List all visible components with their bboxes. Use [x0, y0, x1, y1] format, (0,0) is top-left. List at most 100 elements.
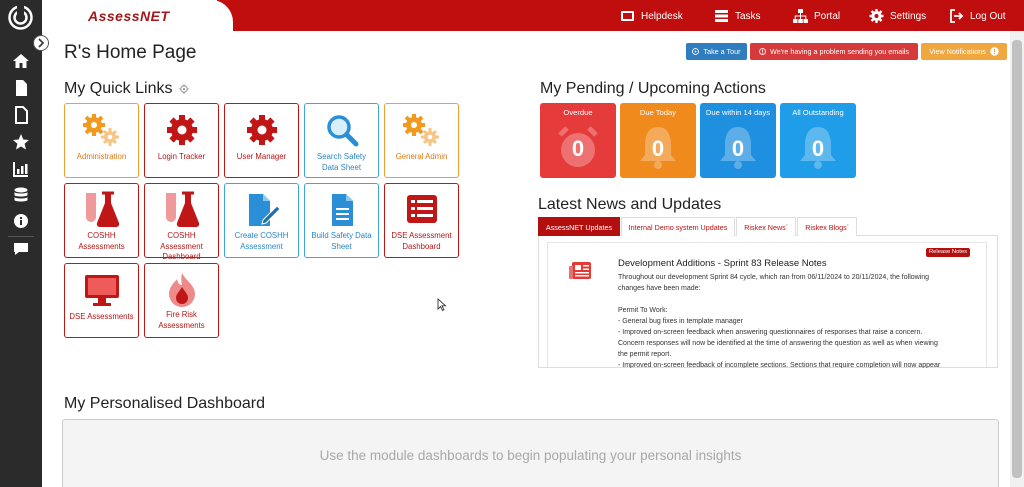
document-icon[interactable] — [12, 79, 30, 97]
quick-link-label: Create COSHH Assessment — [234, 231, 289, 251]
flask-icon — [85, 191, 119, 228]
news-body-line: Throughout our development Sprint 84 cyc… — [618, 274, 930, 281]
tour-icon — [692, 48, 700, 55]
page-scrollbar[interactable] — [1010, 31, 1024, 487]
quick-link-label: COSHH Assessment Dashboard — [160, 231, 203, 262]
nav-logout[interactable]: Log Out — [949, 8, 1006, 24]
tile-label: Overdue — [563, 108, 593, 117]
tile-due-within-14-days[interactable]: Due within 14 days 0 — [700, 103, 776, 178]
quick-link-fire-risk-assessments[interactable]: Fire Risk Assessments — [144, 263, 219, 338]
nav-helpdesk[interactable]: Helpdesk — [620, 8, 683, 24]
file-icon[interactable] — [12, 106, 30, 124]
tile-overdue[interactable]: Overdue 0 — [540, 103, 616, 178]
chart-icon[interactable] — [12, 160, 30, 178]
dashboard-placeholder: Use the module dashboards to begin popul… — [62, 419, 999, 487]
dashboard-message: Use the module dashboards to begin popul… — [319, 448, 742, 463]
quick-link-label: Build Safety Data Sheet — [311, 231, 372, 251]
notification-icon — [990, 47, 999, 56]
tile-due-today[interactable]: Due Today 0 — [620, 103, 696, 178]
gear-icon — [166, 115, 197, 145]
app-logo-icon[interactable] — [8, 5, 33, 30]
home-icon[interactable] — [12, 52, 30, 70]
chat-icon[interactable] — [12, 240, 30, 258]
news-tabs: AssessNET Updates Internal Demo system U… — [538, 217, 998, 236]
sidebar-toggle-button[interactable] — [33, 35, 49, 51]
tile-count: 0 — [651, 136, 665, 161]
news-body-line: changes have been made: — [618, 285, 701, 292]
news-body-line: - Improved on-screen feedback when answe… — [618, 329, 923, 336]
nav-settings[interactable]: Settings — [869, 8, 926, 24]
quick-link-build-safety-data-sheet[interactable]: Build Safety Data Sheet — [304, 183, 379, 258]
pending-actions-title: My Pending / Upcoming Actions — [540, 80, 766, 97]
nav-settings-label: Settings — [890, 10, 927, 22]
tab-riskex-news[interactable]: Riskex News ° — [736, 217, 796, 236]
search-icon — [326, 115, 358, 147]
quick-link-label: Administration — [76, 152, 127, 161]
tab-internal-demo-updates[interactable]: Internal Demo system Updates — [621, 217, 735, 236]
gear-icon — [246, 115, 277, 145]
quick-link-dse-assessments[interactable]: DSE Assessments — [64, 263, 139, 338]
star-icon[interactable] — [12, 133, 30, 151]
take-a-tour-button[interactable]: Take a Tour — [686, 43, 747, 60]
logout-icon — [950, 9, 964, 23]
quick-link-label: DSE Assessments — [69, 312, 134, 321]
quick-link-general-admin[interactable]: General Admin — [384, 103, 459, 178]
quick-link-coshh-assessment-dashboard[interactable]: COSHH Assessment Dashboard — [144, 183, 219, 261]
info-icon[interactable] — [12, 212, 30, 230]
news-body-line: - Improved on-screen feedback of incompl… — [618, 362, 941, 368]
page-title: R's Home Page — [64, 42, 197, 63]
fire-icon — [168, 273, 195, 307]
quick-links-settings-icon[interactable] — [179, 84, 189, 94]
quick-link-login-tracker[interactable]: Login Tracker — [144, 103, 219, 178]
tab-assessnet-updates[interactable]: AssessNET Updates — [538, 217, 620, 236]
external-link-icon: ° — [785, 224, 788, 230]
sidebar — [0, 0, 42, 487]
helpdesk-icon — [621, 11, 634, 21]
quick-links-title-text: My Quick Links — [64, 80, 173, 97]
mouse-cursor-icon — [437, 298, 447, 311]
document-icon — [331, 194, 353, 226]
quick-link-label: General Admin — [395, 152, 448, 161]
gears-icon — [402, 114, 439, 146]
nav-tasks-label: Tasks — [735, 10, 761, 22]
sidebar-divider — [8, 236, 34, 237]
view-notifications-button[interactable]: View Notifications — [921, 43, 1007, 60]
tab-riskex-news-label: Riskex News — [744, 222, 786, 232]
news-item-title[interactable]: Development Additions - Sprint 83 Releas… — [618, 258, 827, 269]
tile-count: 0 — [571, 136, 585, 161]
nav-portal[interactable]: Portal — [793, 8, 840, 24]
tile-label: Due Today — [639, 108, 677, 117]
tab-riskex-blogs-label: Riskex Blogs — [805, 222, 847, 232]
nav-tasks[interactable]: Tasks — [714, 8, 761, 24]
edit-document-icon — [248, 194, 281, 226]
tab-riskex-blogs[interactable]: Riskex Blogs ° — [797, 217, 857, 236]
tasks-icon — [715, 10, 728, 22]
email-problem-label: We're having a problem sending you email… — [769, 47, 910, 56]
scrollbar-thumb[interactable] — [1012, 40, 1022, 478]
news-title: Latest News and Updates — [538, 196, 722, 213]
tile-all-outstanding[interactable]: All Outstanding 0 — [780, 103, 856, 178]
quick-link-label: User Manager — [236, 152, 287, 161]
quick-link-label: DSE Assessment Dashboard — [391, 231, 452, 251]
external-link-icon: ° — [846, 224, 849, 230]
quick-link-user-manager[interactable]: User Manager — [224, 103, 299, 178]
portal-icon — [793, 9, 808, 23]
nav-portal-label: Portal — [814, 10, 841, 22]
news-item-body: Throughout our development Sprint 84 cyc… — [618, 272, 978, 368]
chevron-right-icon — [38, 38, 45, 48]
release-notes-badge: Release Notes — [926, 248, 971, 257]
tile-count: 0 — [731, 136, 745, 161]
quick-link-coshh-assessments[interactable]: COSHH Assessments — [64, 183, 139, 258]
database-icon[interactable] — [12, 186, 30, 204]
email-problem-button[interactable]: We're having a problem sending you email… — [750, 43, 918, 60]
app-logo[interactable]: AssessNET — [88, 8, 170, 24]
quick-link-dse-assessment-dashboard[interactable]: DSE Assessment Dashboard — [384, 183, 459, 258]
quick-link-search-safety-data-sheet[interactable]: Search Safety Data Sheet — [304, 103, 379, 178]
quick-link-administration[interactable]: Administration — [64, 103, 139, 178]
quick-link-label: COSHH Assessments — [78, 231, 125, 251]
quick-link-label: Login Tracker — [157, 152, 206, 161]
newspaper-icon — [569, 262, 591, 279]
quick-link-create-coshh-assessment[interactable]: Create COSHH Assessment — [224, 183, 299, 258]
tile-count: 0 — [811, 136, 825, 161]
list-icon — [406, 195, 437, 223]
